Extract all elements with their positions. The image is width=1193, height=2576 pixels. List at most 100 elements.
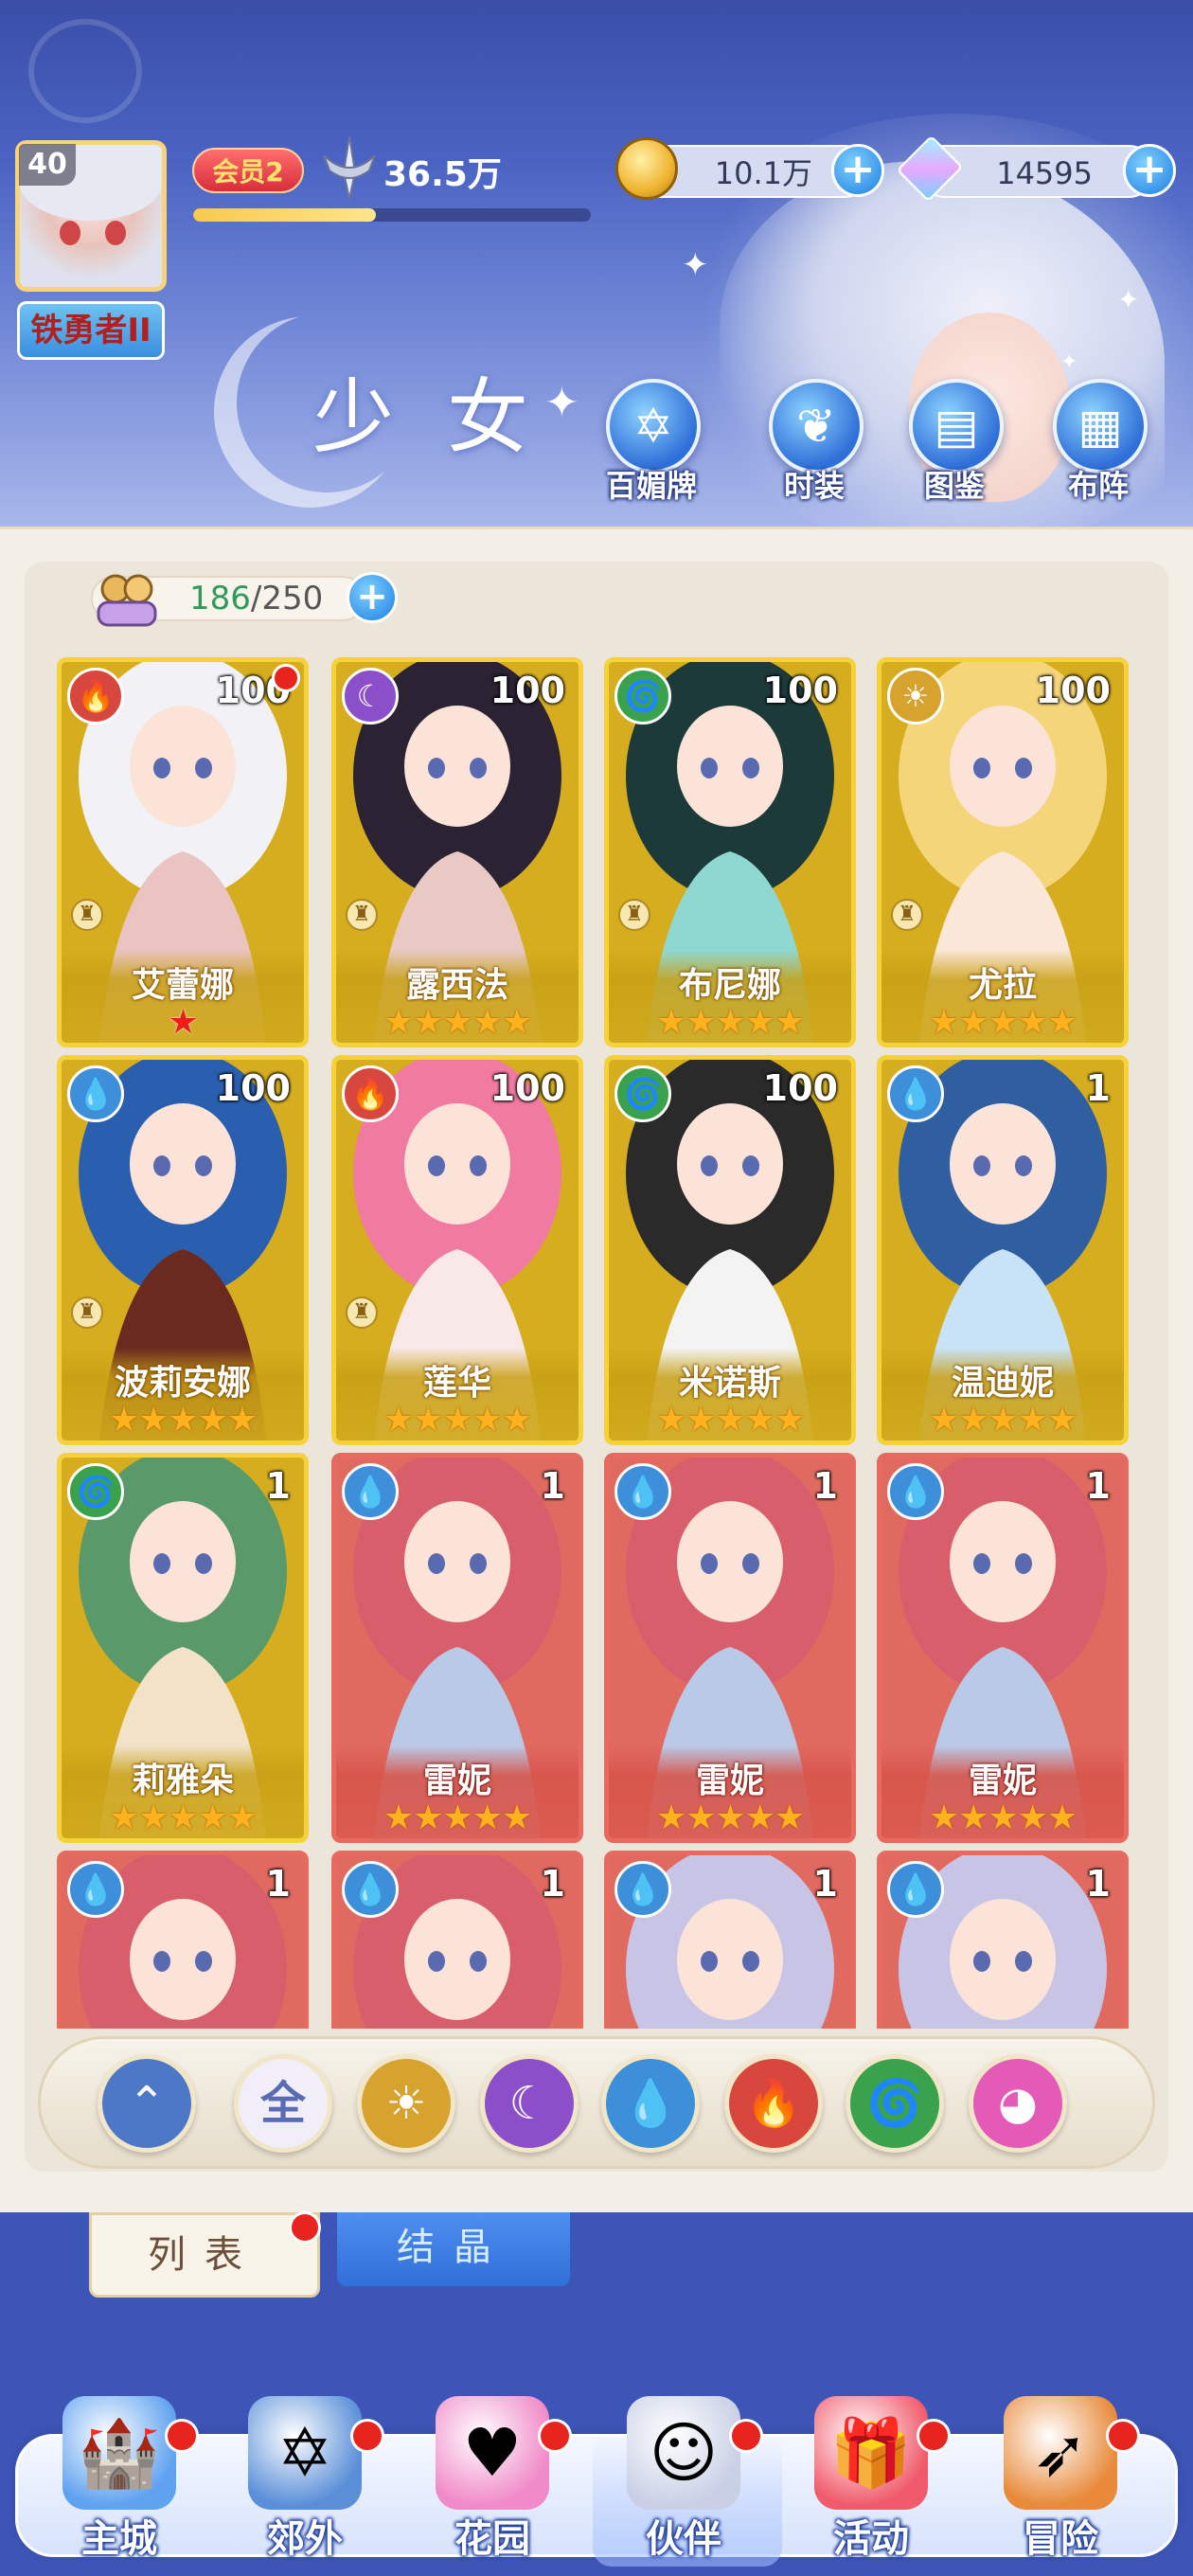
filter-wind-button[interactable]: 🌀: [846, 2054, 944, 2153]
pawn-icon: ♜: [71, 1297, 103, 1329]
card-level: 1: [1085, 1465, 1111, 1507]
notification-dot: [1106, 2419, 1140, 2453]
character-card[interactable]: 💧 1: [57, 1851, 309, 2029]
notification-dot: [917, 2419, 951, 2453]
character-card[interactable]: ☀ 100 ♜ 尤拉 ★★★★★: [877, 657, 1129, 1047]
character-card[interactable]: 💧 1 雷妮 ★★★★★: [331, 1453, 583, 1843]
card-name: 布尼娜: [678, 966, 781, 1005]
filter-love-button[interactable]: ◕: [969, 2054, 1067, 2153]
vip-badge[interactable]: 会员2: [192, 148, 304, 193]
grid-formation-icon: ▦: [1077, 399, 1123, 454]
filter-water-button[interactable]: 💧: [601, 2054, 700, 2153]
card-level: 100: [1035, 670, 1111, 711]
character-card[interactable]: 💧 1: [604, 1851, 856, 2029]
player-level: 40: [19, 144, 76, 186]
nav-label: 主城: [81, 2517, 157, 2561]
func-button-2[interactable]: ▤ 图鉴: [888, 379, 1021, 511]
nav-label: 活动: [833, 2517, 909, 2561]
notification-dot: [289, 2211, 321, 2244]
nav-gift[interactable]: 🎁 活动: [786, 2396, 956, 2567]
nav-label: 冒险: [1023, 2517, 1098, 2561]
func-button-1[interactable]: ❦ 时装: [748, 379, 881, 511]
filter-light-button[interactable]: ☀: [357, 2054, 455, 2153]
gold-value: 10.1万: [714, 155, 812, 191]
water-element-icon: 💧: [887, 1463, 944, 1520]
outfit-icon: ❦: [796, 399, 836, 454]
tab-crystal-label: 结晶: [397, 2226, 510, 2269]
card-name: 雷妮: [695, 1762, 764, 1800]
character-card[interactable]: 🌀 1 莉雅朵 ★★★★★: [57, 1453, 309, 1843]
star-rating: ★★★★★: [655, 1003, 805, 1042]
exp-bar-fill: [193, 208, 377, 222]
capacity-indicator: 186/250 +: [91, 568, 403, 629]
filter-fire-button[interactable]: 🔥: [724, 2054, 823, 2153]
notification-dot: [729, 2419, 763, 2453]
tab-list-label: 列表: [148, 2233, 261, 2277]
card-name: 温迪妮: [951, 1364, 1054, 1403]
star-rating: ★★★★★: [383, 1003, 532, 1042]
pawn-icon: ♜: [891, 899, 923, 931]
character-card[interactable]: 💧 100 ♜ 波莉安娜 ★★★★★: [57, 1055, 309, 1445]
character-card[interactable]: 🔥 100 ♜ 艾蕾娜 ★: [57, 657, 309, 1047]
dark-element-icon: ☾: [342, 668, 399, 724]
character-grid: 🔥 100 ♜ 艾蕾娜 ★ ☾ 100 ♜ 露西法 ★★★★★ 🌀 100 ♜ 布尼娜 ★★★★★ ☀ 100 ♜…: [57, 657, 1136, 2029]
filter-fire-icon: 🔥: [745, 2077, 802, 2130]
character-card[interactable]: 💧 1 雷妮 ★★★★★: [877, 1453, 1129, 1843]
filter-all-button[interactable]: 全: [234, 2054, 332, 2153]
filter-dark-button[interactable]: ☾: [480, 2054, 579, 2153]
func-button-label: 百媚牌: [605, 468, 697, 504]
notification-dot: [165, 2419, 199, 2453]
star-rating: ★★★★★: [108, 1798, 258, 1837]
character-card[interactable]: 💧 1 温迪妮 ★★★★★: [877, 1055, 1129, 1445]
card-level: 1: [1085, 1067, 1111, 1109]
fire-element-icon: 🔥: [342, 1065, 399, 1122]
tab-list[interactable]: 列表: [89, 2211, 321, 2298]
filter-light-icon: ☀: [385, 2077, 427, 2130]
filter-all-icon: 全: [259, 2077, 306, 2130]
character-card[interactable]: 💧 1 雷妮 ★★★★★: [604, 1453, 856, 1843]
water-element-icon: 💧: [67, 1065, 124, 1122]
character-card[interactable]: 🌀 100 ♜ 布尼娜 ★★★★★: [604, 657, 856, 1047]
nav-castle[interactable]: 🏰 主城: [34, 2396, 205, 2567]
water-element-icon: 💧: [614, 1463, 671, 1520]
func-button-3[interactable]: ▦ 布阵: [1032, 379, 1165, 511]
nav-partner[interactable]: ☺ 伙伴: [593, 2396, 782, 2567]
character-card[interactable]: 💧 1: [331, 1851, 583, 2029]
card-level: 100: [490, 670, 565, 711]
water-element-icon: 💧: [342, 1861, 399, 1918]
heart-decoration: [28, 19, 142, 123]
wind-element-icon: 🌀: [67, 1463, 124, 1520]
star-rating: ★★★★★: [655, 1401, 805, 1440]
filter-sort-button[interactable]: ⌃: [98, 2054, 196, 2153]
exp-bar: [193, 208, 591, 222]
player-title-badge[interactable]: 铁勇者II: [17, 301, 165, 360]
filter-dark-icon: ☾: [508, 2077, 550, 2130]
add-gold-button[interactable]: +: [831, 144, 884, 197]
page-title: 少女: [312, 370, 581, 465]
nav-portal[interactable]: ✡ 郊外: [220, 2396, 390, 2567]
pawn-icon: ♜: [346, 1297, 378, 1329]
character-card[interactable]: 💧 1: [877, 1851, 1129, 2029]
func-button-label: 布阵: [1067, 468, 1129, 504]
expand-capacity-button[interactable]: +: [347, 572, 398, 623]
filter-sort-icon: ⌃: [127, 2077, 167, 2130]
add-gem-button[interactable]: +: [1123, 144, 1176, 197]
character-card[interactable]: 🌀 100 米诺斯 ★★★★★: [604, 1055, 856, 1445]
nav-compass[interactable]: ➶ 冒险: [975, 2396, 1146, 2567]
power-value: 36.5万: [383, 155, 502, 194]
character-card[interactable]: ☾ 100 ♜ 露西法 ★★★★★: [331, 657, 583, 1047]
character-card[interactable]: 🔥 100 ♜ 莲华 ★★★★★: [331, 1055, 583, 1445]
func-button-0[interactable]: ✡ 百媚牌: [585, 379, 718, 511]
nav-label: 花园: [454, 2517, 530, 2561]
star-rating: ★★★★★: [108, 1401, 258, 1440]
card-name: 莲华: [422, 1364, 491, 1403]
card-level: 100: [762, 670, 838, 711]
tab-crystal[interactable]: 结晶: [337, 2212, 570, 2286]
sparkle-icon: ✦: [682, 246, 709, 284]
pawn-icon: ♜: [71, 899, 103, 931]
card-level: 1: [265, 1465, 291, 1507]
func-button-label: 图鉴: [923, 468, 985, 504]
nav-heart-garden[interactable]: ♥ 花园: [407, 2396, 578, 2567]
star-rating: ★★★★★: [655, 1798, 805, 1837]
star-rating: ★★★★★: [928, 1798, 1077, 1837]
